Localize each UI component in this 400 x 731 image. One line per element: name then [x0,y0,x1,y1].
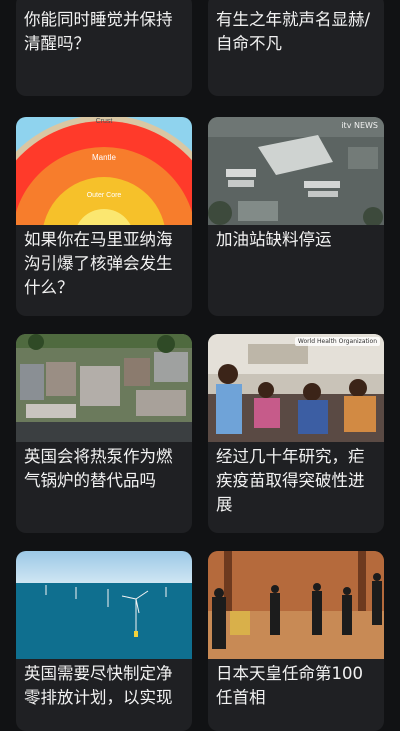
article-card[interactable]: 英国会将热泵作为燃气锅炉的替代品吗 [16,334,192,533]
article-card[interactable]: 有生之年就声名显赫/自命不凡 [208,0,384,96]
article-thumbnail [208,551,384,659]
aerial-depot-image [208,117,384,225]
news-watermark: itv NEWS [341,121,378,130]
article-title: 经过几十年研究，疟疾疫苗取得突破性进展 [216,447,365,514]
article-card[interactable]: 英国需要尽快制定净零排放计划，以实现 [16,551,192,731]
article-thumbnail [16,551,192,659]
imperial-ceremony-image [208,551,384,659]
article-card[interactable]: 日本天皇任命第100任首相 [208,551,384,731]
outer-core-label: Outer Core [87,192,122,199]
article-title: 英国需要尽快制定净零排放计划，以实现 [24,664,173,707]
article-thumbnail: Crust Mantle Outer Core [16,117,192,225]
article-title: 英国会将热泵作为燃气锅炉的替代品吗 [24,447,173,490]
article-thumbnail: itv NEWS [208,117,384,225]
article-title: 加油站缺料停运 [216,230,332,249]
article-card[interactable]: World Health Organization 经过几十年研究，疟疾疫苗取得… [208,334,384,533]
article-title: 如果你在马里亚纳海沟引爆了核弹会发生什么？ [24,230,173,297]
wind-farm-image [16,551,192,659]
mantle-label: Mantle [92,153,117,162]
article-title: 日本天皇任命第100任首相 [216,664,363,707]
article-card[interactable]: 你能同时睡觉并保持清醒吗？ [16,0,192,96]
clinic-mothers-image [208,334,384,442]
crust-label: Crust [96,118,113,125]
article-title: 有生之年就声名显赫/自命不凡 [216,10,371,53]
article-thumbnail: World Health Organization [208,334,384,442]
article-card[interactable]: itv NEWS 加油站缺料停运 [208,117,384,316]
article-thumbnail [16,334,192,442]
article-title: 你能同时睡觉并保持清醒吗？ [24,10,173,53]
article-card[interactable]: Crust Mantle Outer Core 如果你在马里亚纳海沟引爆了核弹会… [16,117,192,316]
aerial-houses-image [16,334,192,442]
who-watermark: World Health Organization [294,337,380,346]
earth-layers-image: Crust Mantle Outer Core [16,117,192,225]
